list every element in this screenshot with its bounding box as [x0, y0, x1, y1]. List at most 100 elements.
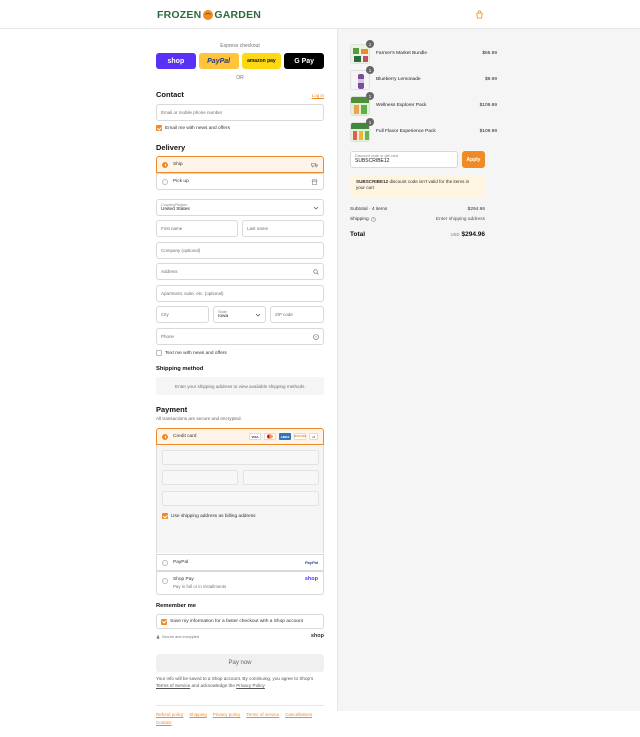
or-divider: OR — [236, 75, 244, 81]
checkbox-checked-icon[interactable] — [162, 513, 168, 519]
order-summary-panel: 1 Farmer's Market Bundle $65.99 1 Bluebe… — [337, 29, 640, 711]
chevron-down-icon — [313, 206, 319, 210]
paypal-logo: PayPal — [304, 560, 318, 565]
first-name-placeholder: First name — [161, 226, 183, 231]
first-name-field[interactable]: First name — [156, 220, 238, 237]
quantity-badge: 1 — [366, 66, 374, 74]
text-news-checkbox[interactable]: Text me with news and offers — [156, 350, 227, 356]
company-field[interactable]: Company (optional) — [156, 242, 324, 259]
email-field[interactable]: Email or mobile phone number — [156, 104, 324, 121]
checkbox-checked-icon[interactable] — [161, 618, 167, 625]
radio-unselected-icon[interactable] — [162, 578, 168, 584]
radio-selected-icon[interactable] — [162, 433, 168, 440]
visa-icon: VISA — [249, 433, 261, 440]
radio-unselected-icon[interactable] — [162, 178, 168, 185]
brand-logo[interactable]: FROZEN GARDEN — [157, 8, 261, 22]
secure-note: Secure and encrypted — [156, 635, 199, 639]
brand-name-right: GARDEN — [214, 9, 262, 21]
address-placeholder: Address — [161, 269, 178, 274]
shop-logo: shop — [310, 633, 324, 639]
checkbox-unchecked-icon[interactable] — [156, 350, 162, 356]
last-name-field[interactable]: Last name — [242, 220, 324, 237]
amazon-pay-button[interactable]: amazon pay — [241, 53, 282, 69]
email-news-checkbox[interactable]: Email me with news and offers — [156, 125, 230, 131]
cart-item: 1 Blueberry Lemonade $9.99 — [350, 66, 497, 90]
google-pay-button[interactable]: G Pay — [284, 53, 324, 69]
remember-checkbox[interactable]: Save my information for a faster checkou… — [161, 618, 303, 625]
legal-text-1: Your info will be saved to a Shop accoun… — [156, 676, 314, 681]
company-placeholder: Company (optional) — [161, 248, 201, 253]
shop-pay-label: Shop Pay — [173, 577, 194, 582]
cart-item: 1 Full Flavor Experience Pack $109.99 — [350, 118, 497, 142]
mastercard-icon — [264, 433, 276, 440]
login-link[interactable]: Log in — [312, 93, 324, 98]
shop-pay-option[interactable]: Shop Pay Pay in full or in installments … — [156, 571, 324, 595]
text-news-label: Text me with news and offers — [165, 350, 227, 356]
cart-item: 1 Farmer's Market Bundle $65.99 — [350, 40, 497, 64]
credit-card-label: Credit card — [173, 434, 197, 439]
checkbox-checked-icon[interactable] — [156, 125, 162, 131]
phone-placeholder: Phone — [161, 334, 175, 339]
paypal-button[interactable]: PayPal — [198, 53, 239, 69]
apartment-placeholder: Apartment, suite, etc. (optional) — [161, 291, 224, 296]
ship-option[interactable]: Ship — [156, 156, 324, 173]
billing-same-label: Use shipping address as billing address — [171, 513, 256, 519]
quantity-badge: 1 — [366, 118, 374, 126]
svg-text:?: ? — [372, 218, 374, 222]
footer-link-cancellations[interactable]: Cancellations — [285, 712, 312, 717]
pickup-option[interactable]: Pick up — [156, 173, 324, 190]
quantity-badge: 1 — [366, 92, 374, 100]
email-news-label: Email me with news and offers — [165, 125, 230, 131]
footer-link-terms[interactable]: Terms of service — [246, 712, 279, 717]
address-field[interactable]: Address — [156, 263, 324, 280]
search-icon — [313, 269, 319, 275]
city-field[interactable]: City — [156, 306, 209, 323]
item-name: Farmer's Market Bundle — [376, 51, 428, 56]
shipping-value: Enter shipping address — [435, 217, 485, 222]
terms-link[interactable]: Terms of Service — [156, 683, 190, 688]
discount-error-notice: SUBSCRIBE12 discount code isn't valid fo… — [350, 176, 485, 197]
card-name-field[interactable] — [162, 491, 319, 506]
credit-card-option[interactable]: Credit card VISA AMEX DISCOVER +5 — [156, 428, 324, 445]
payment-subtitle: All transactions are secure and encrypte… — [156, 416, 242, 421]
footer-link-privacy[interactable]: Privacy policy — [213, 712, 241, 717]
paypal-option[interactable]: PayPal PayPal — [156, 554, 324, 571]
card-cvc-field[interactable] — [243, 470, 319, 485]
lock-icon — [156, 635, 160, 639]
pay-now-button[interactable]: Pay now — [156, 654, 324, 672]
country-select[interactable]: Country/Region United States — [156, 199, 324, 216]
chevron-down-icon — [255, 313, 261, 317]
state-select[interactable]: State Iowa — [213, 306, 266, 323]
phone-field[interactable]: Phone ? — [156, 328, 324, 345]
remember-box[interactable]: Save my information for a faster checkou… — [156, 614, 324, 629]
city-placeholder: City — [161, 312, 169, 317]
help-icon[interactable]: ? — [313, 334, 319, 340]
card-number-field[interactable] — [162, 450, 319, 465]
total-currency: USD — [450, 232, 460, 237]
card-expiry-field[interactable] — [162, 470, 238, 485]
remember-title: Remember me — [156, 603, 196, 609]
apartment-field[interactable]: Apartment, suite, etc. (optional) — [156, 285, 324, 302]
radio-unselected-icon[interactable] — [162, 559, 168, 566]
delivery-title: Delivery — [156, 143, 186, 152]
apply-button[interactable]: Apply — [462, 151, 485, 168]
footer-link-contact[interactable]: Contact — [156, 720, 172, 725]
help-icon[interactable]: ? — [370, 217, 376, 222]
more-cards-icon: +5 — [309, 433, 318, 440]
item-price: $109.99 — [479, 129, 497, 134]
amex-icon: AMEX — [279, 433, 291, 440]
privacy-link[interactable]: Privacy Policy — [236, 683, 265, 688]
zip-field[interactable]: ZIP code — [270, 306, 324, 323]
item-price: $65.99 — [482, 51, 497, 56]
footer-link-shipping[interactable]: Shipping — [189, 712, 207, 717]
total-value: $294.96 — [461, 231, 486, 238]
footer-link-refund[interactable]: Refund policy — [156, 712, 183, 717]
discount-code-input[interactable]: Discount code or gift card SUBSCRIBE12 — [350, 151, 458, 168]
express-checkout-title: Express checkout — [220, 43, 260, 49]
billing-same-checkbox[interactable]: Use shipping address as billing address — [162, 513, 256, 519]
shopping-bag-icon[interactable] — [475, 10, 484, 19]
shop-pay-button[interactable]: shop — [156, 53, 196, 69]
radio-selected-icon[interactable] — [162, 161, 168, 168]
card-form: Use shipping address as billing address — [156, 445, 324, 553]
last-name-placeholder: Last name — [247, 226, 269, 231]
